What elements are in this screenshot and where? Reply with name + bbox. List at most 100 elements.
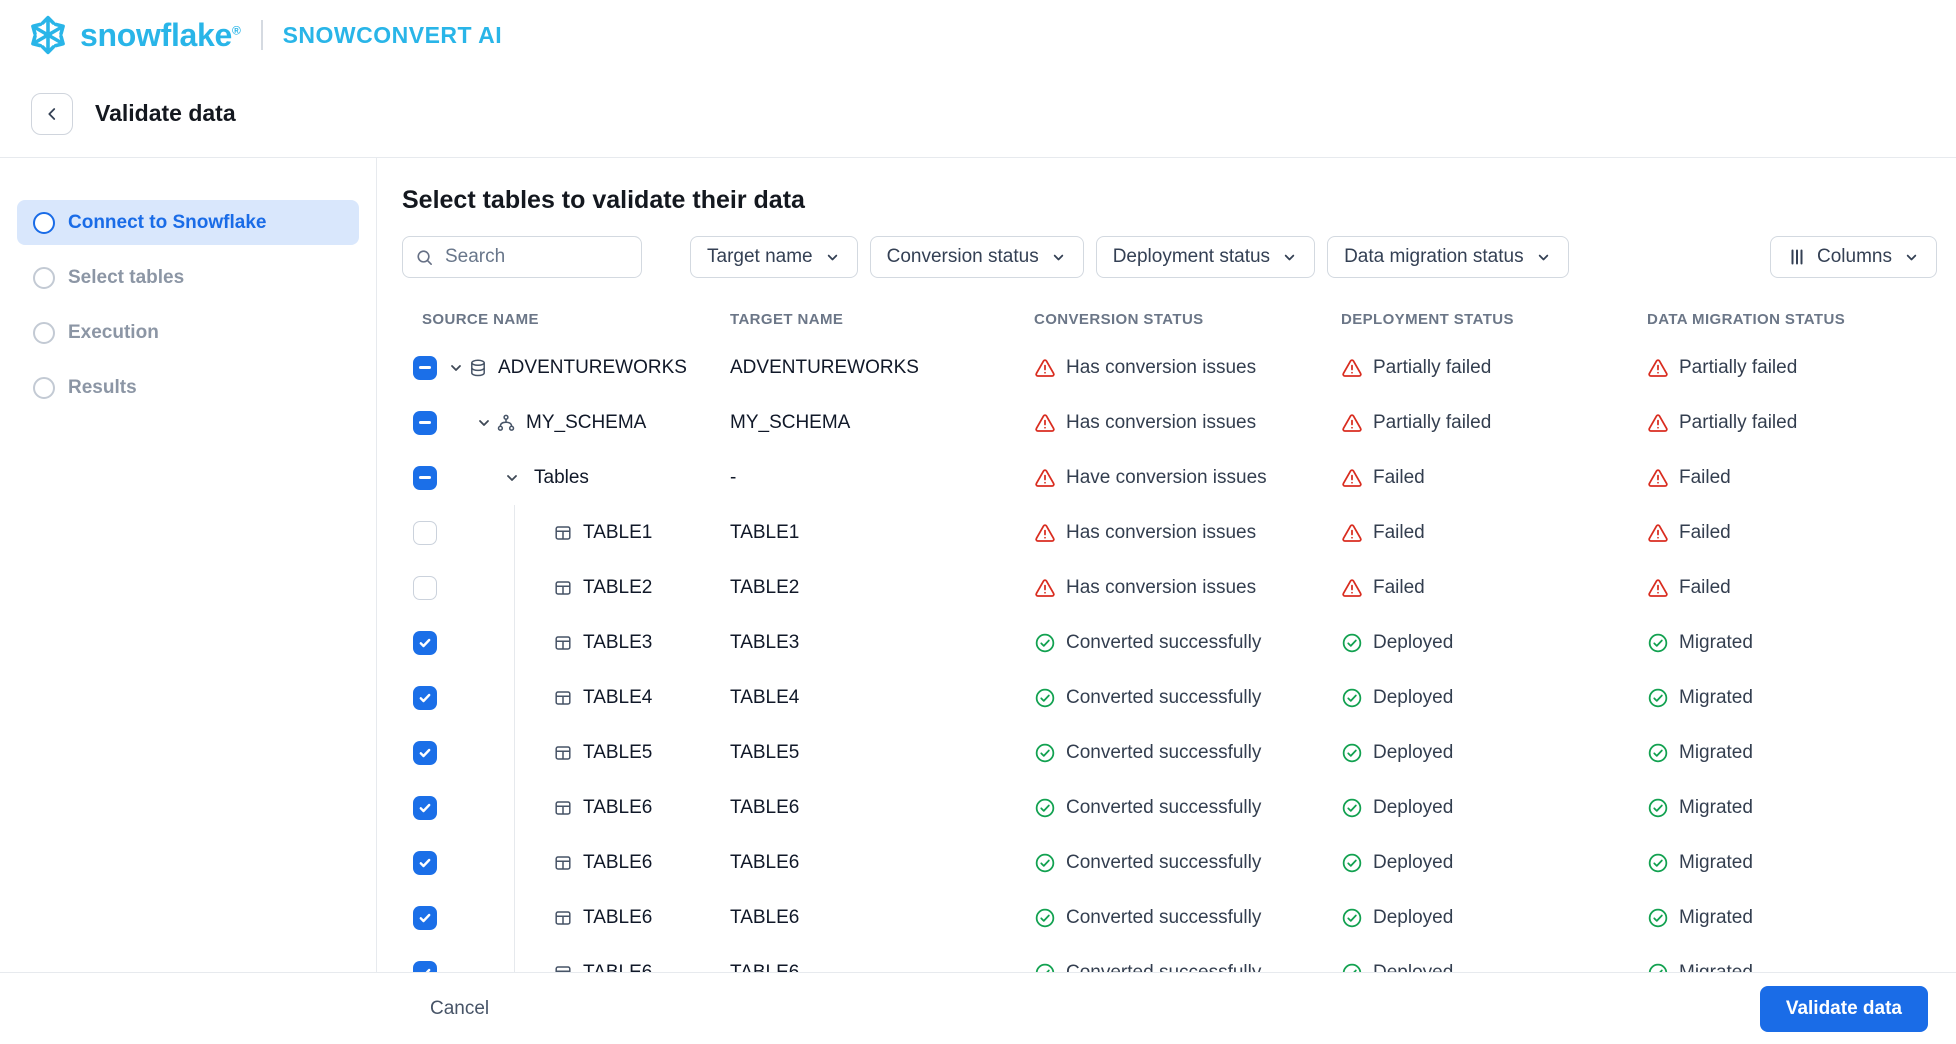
data-migration-status: Migrated (1647, 852, 1937, 874)
filter-dropdown-target-name[interactable]: Target name (690, 236, 858, 278)
conversion-status: Converted successfully (1034, 852, 1341, 874)
conversion-status: Converted successfully (1034, 742, 1341, 764)
brand-divider (260, 20, 263, 50)
row-checkbox[interactable] (413, 630, 437, 655)
footer-bar: Cancel Validate data (0, 972, 1956, 1044)
status-text: Converted successfully (1066, 851, 1262, 873)
warning-icon (1341, 577, 1363, 599)
source-name: Tables (534, 466, 589, 488)
row-checkbox[interactable] (413, 795, 437, 820)
stepper-item-select-tables[interactable]: Select tables (17, 255, 359, 300)
status-text: Deployed (1373, 686, 1454, 708)
success-icon (1341, 852, 1363, 874)
source-name: ADVENTUREWORKS (498, 356, 687, 378)
row-checkbox[interactable] (413, 850, 437, 875)
product-name: SNOWCONVERT AI (282, 21, 503, 48)
chevron-down-icon (1050, 249, 1067, 266)
warning-icon (1034, 522, 1056, 544)
row-checkbox[interactable] (413, 465, 437, 490)
filter-dropdown-conversion-status[interactable]: Conversion status (869, 236, 1084, 278)
status-text: Converted successfully (1066, 741, 1262, 763)
stepper-sidebar: Connect to Snowflake Select tables Execu… (0, 158, 377, 1044)
source-name: TABLE6 (583, 851, 653, 873)
chevron-down-icon[interactable] (446, 360, 466, 376)
conversion-status: Converted successfully (1034, 687, 1341, 709)
success-icon (1647, 632, 1669, 654)
success-icon (1034, 632, 1056, 654)
table-icon (553, 633, 573, 653)
step-circle-icon (33, 211, 55, 234)
status-text: Failed (1679, 466, 1731, 488)
row-checkbox[interactable] (413, 575, 437, 600)
table-row: TABLE6 TABLE6 Converted successfully Dep… (402, 835, 1937, 890)
warning-icon (1341, 357, 1363, 379)
filter-dropdown-data-migration-status[interactable]: Data migration status (1327, 236, 1569, 278)
data-migration-status: Migrated (1647, 632, 1937, 654)
deployment-status: Partially failed (1341, 357, 1647, 379)
status-text: Partially failed (1373, 411, 1492, 433)
conversion-status: Converted successfully (1034, 907, 1341, 929)
status-text: Partially failed (1373, 356, 1492, 378)
status-text: Partially failed (1679, 356, 1798, 378)
table-row: Tables - Have conversion issues Failed F… (402, 450, 1937, 505)
target-name: TABLE1 (730, 521, 800, 543)
warning-icon (1647, 357, 1669, 379)
success-icon (1034, 797, 1056, 819)
schema-icon (496, 413, 516, 433)
stepper-item-results[interactable]: Results (17, 365, 359, 410)
status-text: Failed (1373, 466, 1425, 488)
row-checkbox[interactable] (413, 355, 437, 380)
success-icon (1341, 632, 1363, 654)
status-text: Has conversion issues (1066, 411, 1257, 433)
snowflake-logo: snowflake® (24, 11, 241, 59)
warning-icon (1647, 577, 1669, 599)
success-icon (1647, 852, 1669, 874)
status-text: Has conversion issues (1066, 521, 1257, 543)
deployment-status: Deployed (1341, 797, 1647, 819)
data-migration-status: Failed (1647, 577, 1937, 599)
validate-data-button[interactable]: Validate data (1759, 985, 1928, 1032)
search-input[interactable] (443, 245, 629, 269)
status-text: Failed (1373, 576, 1425, 598)
chevron-down-icon (1535, 249, 1552, 266)
snowflake-logo-icon (31, 15, 65, 55)
target-name: TABLE2 (730, 576, 800, 598)
deployment-status: Failed (1341, 522, 1647, 544)
table-icon (553, 523, 573, 543)
cancel-button[interactable]: Cancel (430, 998, 489, 1020)
page-title: Validate data (95, 100, 236, 126)
table-row: TABLE5 TABLE5 Converted successfully Dep… (402, 725, 1937, 780)
chevron-down-icon[interactable] (474, 415, 494, 431)
row-checkbox[interactable] (413, 685, 437, 710)
row-checkbox[interactable] (413, 740, 437, 765)
source-name: TABLE4 (583, 686, 653, 708)
conversion-status: Converted successfully (1034, 632, 1341, 654)
table-row: TABLE4 TABLE4 Converted successfully Dep… (402, 670, 1937, 725)
row-checkbox[interactable] (413, 520, 437, 545)
success-icon (1647, 797, 1669, 819)
back-button[interactable] (31, 92, 73, 135)
filter-buttons: Target name Conversion status Deployment… (690, 236, 1581, 278)
stepper-item-execution[interactable]: Execution (17, 310, 359, 355)
row-checkbox[interactable] (413, 410, 437, 435)
stepper-item-connect-to-snowflake[interactable]: Connect to Snowflake (17, 200, 359, 245)
row-checkbox[interactable] (413, 905, 437, 930)
main-title: Select tables to validate their data (402, 186, 805, 214)
table-row: TABLE6 TABLE6 Converted successfully Dep… (402, 890, 1937, 945)
app-window: snowflake® SNOWCONVERT AI Validate data … (0, 0, 1956, 1044)
table-icon (553, 688, 573, 708)
stepper-item-label: Results (68, 376, 137, 398)
warning-icon (1647, 412, 1669, 434)
column-header-source-name: Source name (422, 310, 539, 328)
status-text: Have conversion issues (1066, 466, 1267, 488)
status-text: Deployed (1373, 631, 1454, 653)
columns-button[interactable]: Columns (1770, 236, 1937, 278)
deployment-status: Deployed (1341, 742, 1647, 764)
target-name: TABLE6 (730, 851, 800, 873)
table-header-row: Source name Target name Conversion status D… (402, 298, 1937, 340)
table-icon (553, 743, 573, 763)
deployment-status: Deployed (1341, 852, 1647, 874)
chevron-down-icon[interactable] (502, 470, 522, 486)
filter-dropdown-deployment-status[interactable]: Deployment status (1095, 236, 1316, 278)
conversion-status: Has conversion issues (1034, 412, 1341, 434)
